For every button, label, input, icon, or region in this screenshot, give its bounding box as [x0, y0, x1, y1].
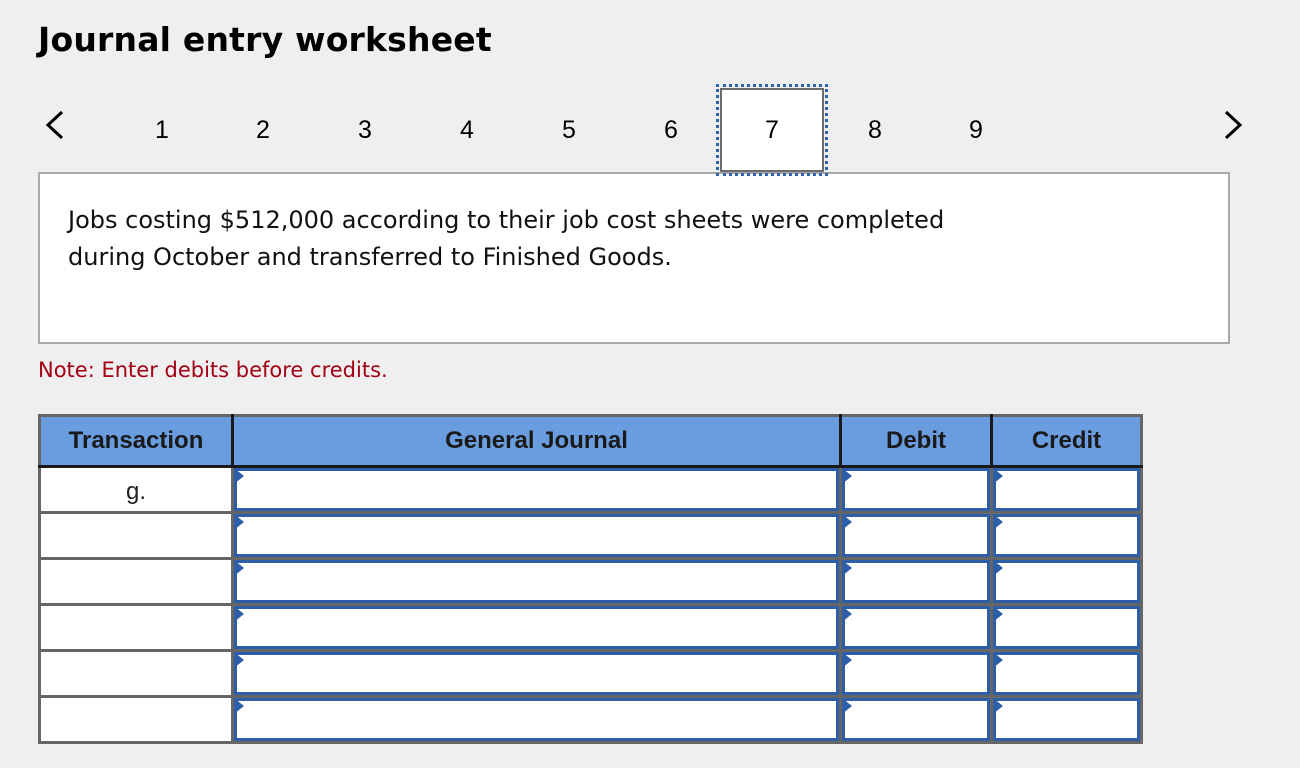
question-line-2: during October and transferred to Finish… — [68, 243, 672, 271]
transaction-cell — [38, 649, 234, 698]
page-tab-1[interactable]: 1 — [110, 88, 214, 172]
question-pager: 1 2 3 4 5 6 7 8 9 — [0, 84, 1300, 178]
input-indicator-icon — [993, 652, 1003, 668]
general-journal-cell — [231, 649, 842, 698]
debit-cell — [839, 511, 993, 560]
question-text-box: Jobs costing $512,000 according to their… — [38, 172, 1230, 344]
credit-input[interactable] — [993, 468, 1140, 511]
credit-cell — [990, 465, 1143, 514]
next-button[interactable] — [1218, 108, 1248, 142]
account-dropdown[interactable] — [234, 468, 839, 511]
table-row — [38, 603, 1143, 652]
input-indicator-icon — [234, 698, 244, 714]
debit-cell — [839, 649, 993, 698]
credit-input[interactable] — [993, 560, 1140, 603]
debit-input[interactable] — [842, 514, 990, 557]
page-tab-5[interactable]: 5 — [517, 88, 621, 172]
credit-cell — [990, 557, 1143, 606]
general-journal-cell — [231, 557, 842, 606]
input-indicator-icon — [993, 514, 1003, 530]
account-dropdown[interactable] — [234, 698, 839, 741]
debit-cell — [839, 465, 993, 514]
input-indicator-icon — [842, 560, 852, 576]
table-row — [38, 649, 1143, 698]
header-debit: Debit — [840, 415, 993, 468]
input-indicator-icon — [993, 468, 1003, 484]
table-row — [38, 557, 1143, 606]
debit-input[interactable] — [842, 652, 990, 695]
credit-input[interactable] — [993, 652, 1140, 695]
input-indicator-icon — [842, 652, 852, 668]
debit-cell — [839, 557, 993, 606]
credit-input[interactable] — [993, 698, 1140, 741]
table-row — [38, 695, 1143, 744]
input-indicator-icon — [234, 606, 244, 622]
header-credit: Credit — [991, 415, 1142, 468]
account-dropdown[interactable] — [234, 652, 839, 695]
question-line-1: Jobs costing $512,000 according to their… — [68, 206, 945, 234]
input-indicator-icon — [993, 560, 1003, 576]
general-journal-cell — [231, 695, 842, 744]
previous-button[interactable] — [40, 108, 70, 142]
page-tab-8[interactable]: 8 — [823, 88, 927, 172]
input-indicator-icon — [842, 606, 852, 622]
transaction-cell — [38, 557, 234, 606]
general-journal-cell — [231, 603, 842, 652]
credit-cell — [990, 603, 1143, 652]
input-indicator-icon — [234, 652, 244, 668]
input-indicator-icon — [234, 514, 244, 530]
header-transaction: Transaction — [39, 415, 234, 468]
table-row: g. — [38, 465, 1143, 514]
chevron-left-icon — [45, 110, 64, 140]
page-title: Journal entry worksheet — [38, 20, 492, 59]
page-tab-3[interactable]: 3 — [313, 88, 417, 172]
input-indicator-icon — [234, 468, 244, 484]
debit-cell — [839, 695, 993, 744]
debit-input[interactable] — [842, 560, 990, 603]
account-dropdown[interactable] — [234, 606, 839, 649]
debit-input[interactable] — [842, 468, 990, 511]
table-row — [38, 511, 1143, 560]
account-dropdown[interactable] — [234, 560, 839, 603]
general-journal-cell — [231, 511, 842, 560]
input-indicator-icon — [993, 698, 1003, 714]
page-tab-7-active[interactable]: 7 — [716, 84, 828, 176]
input-indicator-icon — [234, 560, 244, 576]
general-journal-cell — [231, 465, 842, 514]
credit-input[interactable] — [993, 514, 1140, 557]
credit-cell — [990, 695, 1143, 744]
credit-cell — [990, 649, 1143, 698]
account-dropdown[interactable] — [234, 514, 839, 557]
page-tab-4[interactable]: 4 — [415, 88, 519, 172]
input-indicator-icon — [993, 606, 1003, 622]
table-header-row: Transaction General Journal Debit Credit — [39, 415, 1142, 468]
page-tab-9[interactable]: 9 — [924, 88, 1028, 172]
chevron-right-icon — [1224, 110, 1243, 140]
page-tab-2[interactable]: 2 — [211, 88, 315, 172]
debit-input[interactable] — [842, 606, 990, 649]
page-tab-6[interactable]: 6 — [619, 88, 723, 172]
debit-input[interactable] — [842, 698, 990, 741]
input-indicator-icon — [842, 514, 852, 530]
header-general-journal: General Journal — [232, 415, 842, 468]
instruction-note: Note: Enter debits before credits. — [38, 358, 388, 382]
debit-cell — [839, 603, 993, 652]
transaction-cell — [38, 695, 234, 744]
transaction-cell: g. — [38, 465, 234, 514]
input-indicator-icon — [842, 468, 852, 484]
transaction-cell — [38, 603, 234, 652]
credit-cell — [990, 511, 1143, 560]
transaction-cell — [38, 511, 234, 560]
journal-entry-table: Transaction General Journal Debit Credit… — [38, 414, 1143, 744]
credit-input[interactable] — [993, 606, 1140, 649]
input-indicator-icon — [842, 698, 852, 714]
